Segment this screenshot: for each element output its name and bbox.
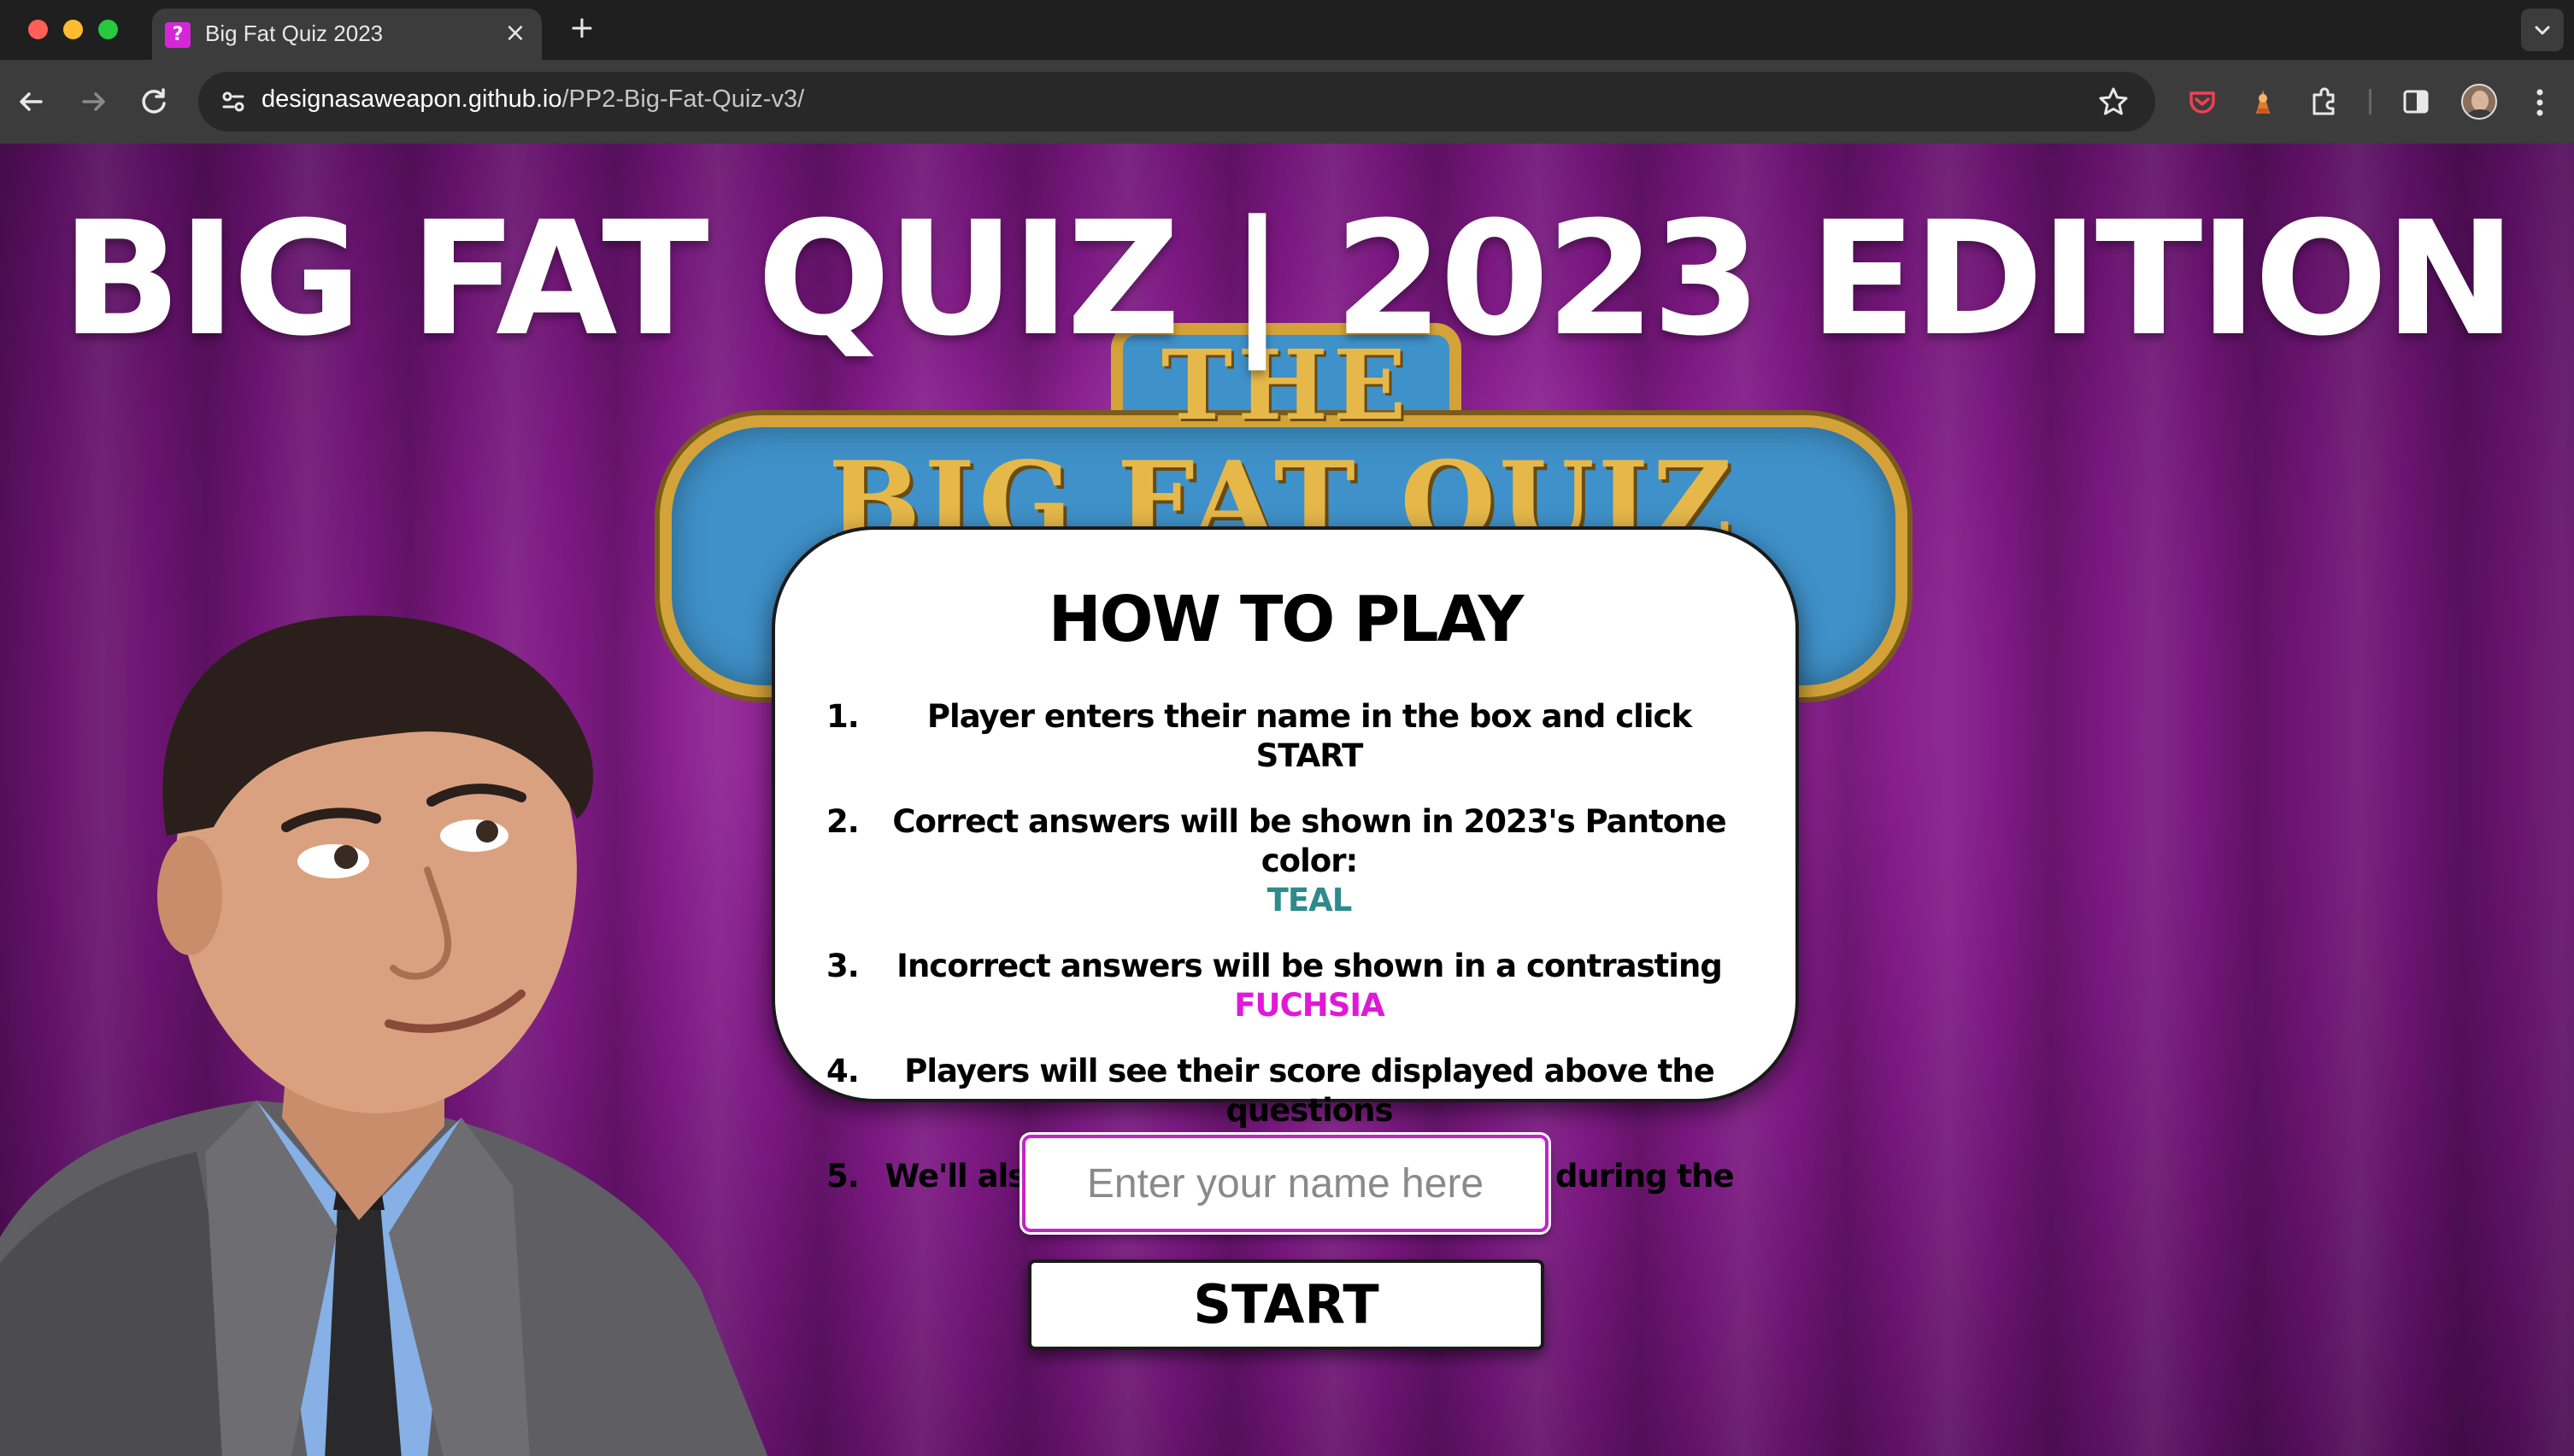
rule-number: 4.: [826, 1053, 860, 1089]
rule-text: Player enters their name in the box and …: [926, 698, 1692, 774]
tab-close-icon[interactable]: ×: [501, 19, 530, 48]
avatar-face: [2471, 91, 2489, 111]
back-icon[interactable]: [12, 82, 51, 121]
player-name-input[interactable]: [1022, 1135, 1549, 1232]
rule-text: Players will see their score displayed a…: [904, 1053, 1715, 1129]
fuchsia-highlight: FUCHSIA: [1234, 987, 1384, 1024]
avatar-body: [2466, 109, 2494, 118]
sidebar-icon[interactable]: [2397, 83, 2435, 120]
favicon-icon: ?: [165, 22, 191, 48]
pocket-icon[interactable]: [2183, 83, 2221, 120]
teal-highlight: TEAL: [1266, 882, 1353, 919]
reload-icon[interactable]: [134, 82, 173, 121]
rule-text-main: Correct answers will be shown in 2023's …: [892, 803, 1726, 879]
page-viewport: THE BIG FAT QUIZ BIG FAT QUIZ | 2023 EDI…: [0, 144, 2574, 1456]
forward-icon[interactable]: [73, 82, 113, 121]
url-host: designasaweapon.github.io: [262, 85, 562, 113]
star-icon[interactable]: [2095, 84, 2131, 120]
how-to-play-heading: HOW TO PLAY: [1048, 583, 1525, 656]
rule-number: 1.: [826, 698, 860, 735]
rule-text: Incorrect answers will be shown in a con…: [869, 947, 1749, 1025]
rule-item: 3. Incorrect answers will be shown in a …: [826, 947, 1749, 1025]
toolbar-separator: [2369, 89, 2371, 114]
tab-list-icon[interactable]: [2521, 9, 2564, 51]
rule-item: 4. Players will see their score displaye…: [826, 1052, 1749, 1130]
rule-item: 2. Correct answers will be shown in 2023…: [826, 802, 1749, 920]
window-close-button[interactable]: [28, 20, 48, 39]
rule-text: Correct answers will be shown in 2023's …: [869, 802, 1749, 920]
browser-tab-bar: ? Big Fat Quiz 2023 × +: [0, 0, 2574, 60]
more-icon[interactable]: [2523, 84, 2557, 121]
address-bar[interactable]: designasaweapon.github.io/PP2-Big-Fat-Qu…: [198, 72, 2155, 132]
browser-tab-active[interactable]: ? Big Fat Quiz 2023 ×: [152, 9, 542, 60]
rule-item: 1. Player enters their name in the box a…: [826, 697, 1749, 776]
new-tab-icon[interactable]: +: [565, 11, 599, 45]
rule-number: 5.: [826, 1158, 860, 1195]
profile-avatar[interactable]: [2461, 84, 2497, 120]
puzzle-icon[interactable]: [2306, 83, 2343, 120]
browser-toolbar: designasaweapon.github.io/PP2-Big-Fat-Qu…: [0, 60, 2574, 144]
how-to-play-card: HOW TO PLAY 1. Player enters their name …: [772, 526, 1799, 1234]
start-button[interactable]: START: [1028, 1259, 1544, 1350]
url-path: /PP2-Big-Fat-Quiz-v3/: [561, 85, 805, 113]
rule-text-main: Incorrect answers will be shown in a con…: [896, 948, 1723, 984]
rule-number: 2.: [826, 803, 860, 840]
tab-title: Big Fat Quiz 2023: [205, 21, 384, 46]
extension-icon[interactable]: [2244, 83, 2282, 120]
window-maximize-button[interactable]: [98, 20, 118, 39]
site-info-icon[interactable]: [214, 82, 253, 121]
rule-number: 3.: [826, 948, 860, 984]
url-text: designasaweapon.github.io/PP2-Big-Fat-Qu…: [262, 85, 804, 114]
window-minimize-button[interactable]: [63, 20, 83, 39]
page-title: BIG FAT QUIZ | 2023 EDITION: [61, 188, 2517, 371]
